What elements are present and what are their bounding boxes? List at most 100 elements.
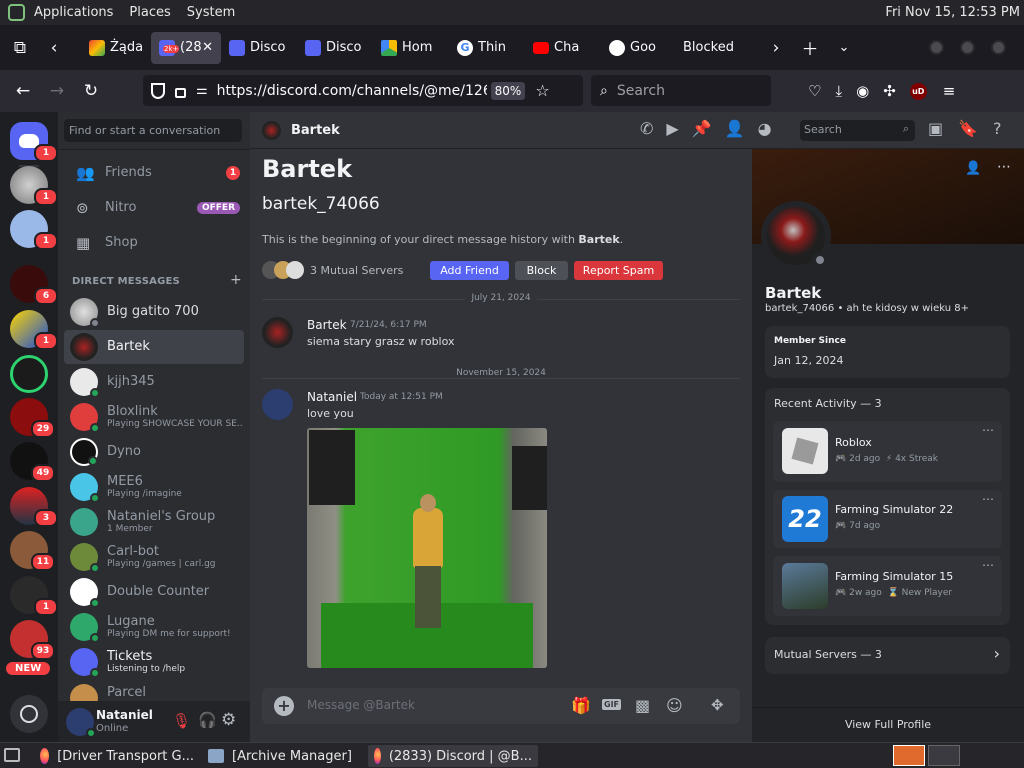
user-profile-icon[interactable]: ◕ xyxy=(758,119,772,138)
workspace-switcher-2[interactable] xyxy=(928,745,960,766)
reload-icon[interactable]: ↻ xyxy=(74,74,108,108)
close-tab-icon[interactable]: ✕ xyxy=(202,40,213,55)
settings-gear-icon[interactable]: ⚙ xyxy=(221,710,236,730)
activity-item[interactable]: 22 Farming Simulator 22 🎮 7d ago ⋯ xyxy=(773,490,1002,548)
add-attachment-icon[interactable]: + xyxy=(274,696,294,716)
server-icon[interactable]: 1 xyxy=(10,310,58,350)
user-name[interactable]: Nataniel xyxy=(96,708,153,722)
browser-tab-gmeet[interactable]: Goo xyxy=(601,32,677,64)
add-friend-button[interactable]: Add Friend xyxy=(430,261,509,280)
inbox-icon[interactable]: ▣ xyxy=(928,119,943,138)
view-full-profile-link[interactable]: View Full Profile xyxy=(752,718,1024,731)
profile-avatar[interactable] xyxy=(761,201,831,271)
discover-servers-button[interactable] xyxy=(10,695,48,733)
add-friends-to-dm-icon[interactable]: 👤 xyxy=(725,119,745,138)
workspace-switcher[interactable] xyxy=(893,745,925,766)
dm-item-active[interactable]: Bartek xyxy=(64,330,244,364)
report-spam-button[interactable]: Report Spam xyxy=(574,261,663,280)
browser-tab-youtube[interactable]: Cha xyxy=(525,32,601,64)
browser-tab-google[interactable]: G Thin xyxy=(449,32,525,64)
dm-item[interactable]: MEE6 Playing /imagine xyxy=(64,470,244,504)
taskbar-item-active[interactable]: (2833) Discord | @B... xyxy=(368,745,538,767)
maximize-window-icon[interactable] xyxy=(960,40,975,55)
mutual-servers-card[interactable]: Mutual Servers — 3 › xyxy=(765,637,1010,674)
server-icon[interactable]: 11 xyxy=(10,531,55,571)
sidebar-item-shop[interactable]: ▦ Shop xyxy=(64,226,244,260)
pocket-icon[interactable]: ♡ xyxy=(808,82,821,100)
browser-tab-drive[interactable]: Hom xyxy=(373,32,449,64)
web-search-bar[interactable]: ⌕ Search xyxy=(591,75,771,106)
dm-item[interactable]: Dyno xyxy=(64,435,244,469)
sidebar-item-friends[interactable]: 👥 Friends 1 xyxy=(64,156,244,190)
tabs-scroll-left-icon[interactable]: ‹ xyxy=(37,31,71,65)
tabs-scroll-right-icon[interactable]: › xyxy=(759,31,793,65)
lock-icon[interactable] xyxy=(175,87,186,98)
browser-tab-discord-2[interactable]: Disco xyxy=(221,32,297,64)
more-options-icon[interactable]: ⋯ xyxy=(982,492,994,506)
applications-menu[interactable]: Applications xyxy=(25,5,121,20)
mute-icon[interactable]: 🎙 xyxy=(172,712,191,730)
message-composer[interactable]: + Message @Bartek 🎁 GIF ▩ ☺ ✥ xyxy=(262,688,740,724)
headphones-icon[interactable]: 🎧 xyxy=(198,711,217,729)
server-icon[interactable]: 49 xyxy=(10,442,55,482)
dm-item[interactable]: Carl-bot Playing /games | carl.gg xyxy=(64,540,244,574)
help-icon[interactable]: ? xyxy=(993,119,1002,138)
dm-item[interactable]: Big gatito 700 xyxy=(64,295,244,329)
emoji-icon[interactable]: ☺ xyxy=(666,696,683,715)
zoom-level[interactable]: 80% xyxy=(490,81,526,100)
bookmark-icon[interactable]: 🔖 xyxy=(958,119,978,138)
home-discord-button[interactable]: 1 xyxy=(10,122,58,162)
extensions-icon[interactable]: ✣ xyxy=(883,82,896,100)
system-menu[interactable]: System xyxy=(179,5,243,20)
new-tab-icon[interactable]: ＋ xyxy=(793,31,827,65)
server-icon[interactable]: 1 xyxy=(10,576,58,616)
message-author[interactable]: Bartek xyxy=(307,318,347,332)
downloads-icon[interactable]: ⤓ xyxy=(835,82,842,100)
ublock-icon[interactable]: uD xyxy=(909,82,927,100)
taskbar-item[interactable]: [Driver Transport G... xyxy=(34,745,200,767)
menu-icon[interactable]: ≡ xyxy=(943,82,956,100)
places-menu[interactable]: Places xyxy=(121,5,178,20)
find-conversation-input[interactable]: Find or start a conversation xyxy=(64,119,242,142)
permissions-icon[interactable]: ⚌ xyxy=(196,83,208,98)
list-all-tabs-icon[interactable]: ⌄ xyxy=(827,31,861,65)
message-input[interactable]: Message @Bartek xyxy=(307,698,415,712)
back-icon[interactable]: ← xyxy=(6,74,40,108)
taskbar-item[interactable]: [Archive Manager] xyxy=(202,745,362,767)
dm-item[interactable]: Lugane Playing DM me for support! xyxy=(64,610,244,644)
dm-item[interactable]: Tickets Listening to /help xyxy=(64,645,244,679)
dm-item[interactable]: Bloxlink Playing SHOWCASE YOUR SE... xyxy=(64,400,244,434)
forward-icon[interactable]: → xyxy=(40,74,74,108)
server-icon[interactable]: 29 xyxy=(10,398,55,438)
tab-overview-icon[interactable]: ⧉ xyxy=(3,31,37,65)
apps-icon[interactable]: ✥ xyxy=(711,696,724,714)
server-icon[interactable]: 1 xyxy=(10,210,58,250)
server-icon[interactable]: 93 xyxy=(10,620,55,660)
browser-tab-discord-active[interactable]: 2k+ (28 ✕ xyxy=(151,31,221,64)
gift-icon[interactable]: 🎁 xyxy=(571,696,591,715)
pinned-messages-icon[interactable]: 📌 xyxy=(692,119,712,138)
url-bar[interactable]: ⚌ https://discord.com/channels/@me/12647… xyxy=(143,75,583,106)
dm-item[interactable]: Nataniel's Group 1 Member xyxy=(64,505,244,539)
more-options-icon[interactable]: ⋯ xyxy=(982,423,994,437)
server-icon[interactable]: 6 xyxy=(10,265,58,305)
more-options-icon[interactable]: ⋯ xyxy=(997,159,1011,175)
voice-call-icon[interactable]: ✆ xyxy=(640,119,653,138)
create-dm-icon[interactable]: + xyxy=(230,272,242,288)
close-window-icon[interactable] xyxy=(991,40,1006,55)
attached-image[interactable] xyxy=(307,428,547,668)
add-friend-icon[interactable]: 👤 xyxy=(965,161,981,176)
sticker-icon[interactable]: ▩ xyxy=(635,696,650,715)
server-icon[interactable]: 3 xyxy=(10,487,58,527)
server-icon[interactable] xyxy=(10,355,48,393)
minimize-window-icon[interactable] xyxy=(929,40,944,55)
tracking-shield-icon[interactable] xyxy=(151,82,165,99)
avatar[interactable] xyxy=(262,317,293,348)
activity-item[interactable]: Roblox 🎮 2d ago ⚡ 4x Streak ⋯ xyxy=(773,421,1002,482)
app-menu-icon[interactable] xyxy=(8,4,25,21)
browser-tab-discord-3[interactable]: Disco xyxy=(297,32,373,64)
mutual-servers[interactable]: 3 Mutual Servers xyxy=(262,261,403,279)
block-button[interactable]: Block xyxy=(515,261,568,280)
browser-tab-gmail[interactable]: Żąda xyxy=(81,32,151,64)
chat-search-input[interactable]: Search ⌕ xyxy=(800,120,915,141)
